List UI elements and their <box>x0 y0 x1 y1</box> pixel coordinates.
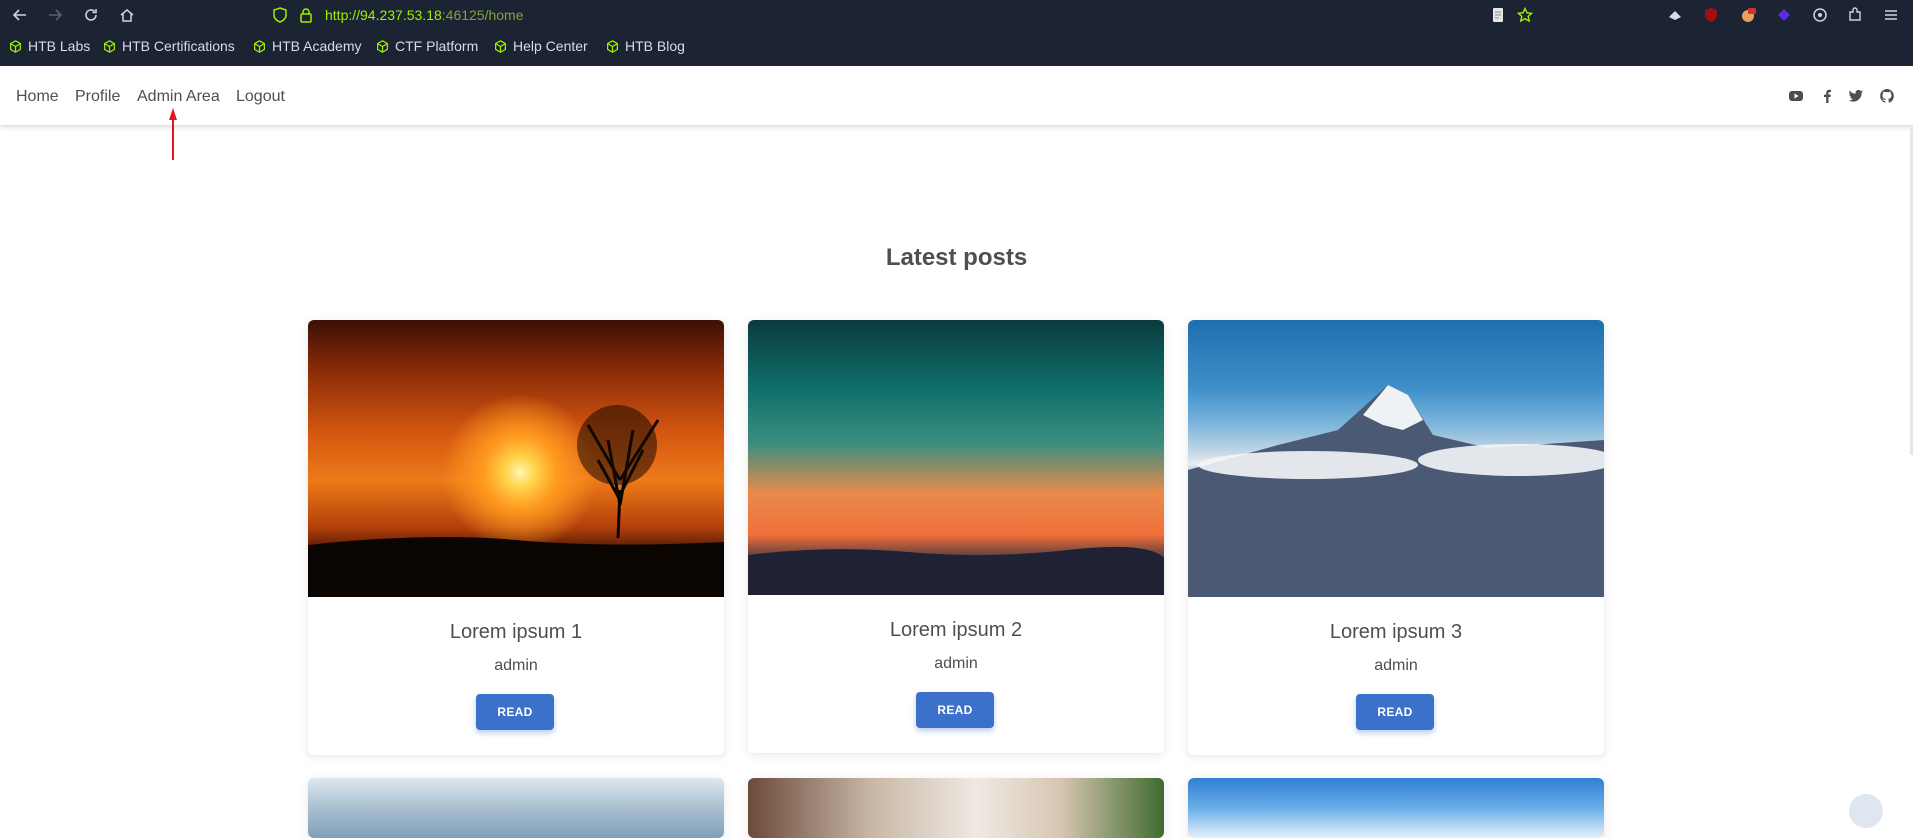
url-host: http://94.237.53.18 <box>325 7 442 23</box>
bookmark-label: HTB Certifications <box>122 38 235 54</box>
site-navbar: Home Profile Admin Area Logout <box>0 66 1913 125</box>
post-card: Lorem ipsum 1 admin READ <box>308 320 724 755</box>
extension-icon[interactable] <box>1667 7 1683 23</box>
reload-icon[interactable] <box>81 5 101 25</box>
bookmarks-toolbar: HTB Labs HTB Certifications HTB Academy … <box>0 38 1913 60</box>
bookmark-htb-labs[interactable]: HTB Labs <box>9 38 90 54</box>
bookmark-star-icon[interactable] <box>1517 7 1533 23</box>
post-author: admin <box>1374 657 1418 674</box>
cube-icon <box>607 39 618 53</box>
annotation-arrow <box>169 108 177 160</box>
address-bar[interactable]: http://94.237.53.18:46125/home <box>268 3 1538 27</box>
section-title: Latest posts <box>885 244 1028 271</box>
bookmark-help-center[interactable]: Help Center <box>494 38 588 54</box>
youtube-icon[interactable] <box>1788 88 1804 104</box>
cube-icon <box>495 39 506 53</box>
forward-icon[interactable] <box>45 5 65 25</box>
post-image <box>748 778 1164 838</box>
bookmark-label: CTF Platform <box>395 38 479 54</box>
read-button[interactable]: READ <box>476 694 554 730</box>
bookmark-label: Help Center <box>513 38 588 54</box>
post-card <box>308 778 724 838</box>
reader-view-icon[interactable] <box>1490 7 1506 23</box>
extensions-puzzle-icon[interactable] <box>1847 7 1863 23</box>
nav-admin-area[interactable]: Admin Area <box>137 88 220 106</box>
read-button[interactable]: READ <box>916 692 994 728</box>
twitter-icon[interactable] <box>1848 88 1864 104</box>
cube-icon <box>104 39 115 53</box>
url-path: :46125/home <box>441 7 524 23</box>
home-icon[interactable] <box>117 5 137 25</box>
post-image <box>748 320 1164 595</box>
ublock-icon[interactable] <box>1703 7 1719 23</box>
landscape-hills <box>748 546 1164 595</box>
chat-widget-icon[interactable] <box>1849 794 1883 828</box>
post-image <box>308 778 724 838</box>
mountain-peak <box>1188 385 1604 597</box>
menu-icon[interactable] <box>1883 7 1899 23</box>
read-button[interactable]: READ <box>1356 694 1434 730</box>
bookmark-label: HTB Academy <box>272 38 362 54</box>
shield-icon[interactable] <box>272 7 288 23</box>
nav-home[interactable]: Home <box>16 88 59 106</box>
post-title[interactable]: Lorem ipsum 1 <box>308 621 724 644</box>
cube-icon <box>377 39 388 53</box>
facebook-icon[interactable] <box>1819 88 1835 104</box>
post-title[interactable]: Lorem ipsum 3 <box>1188 621 1604 644</box>
purple-extension-icon[interactable] <box>1776 7 1792 23</box>
sunset-tree-silhouette <box>308 405 724 597</box>
extension-badge-icon[interactable] <box>1740 7 1756 23</box>
post-card: Lorem ipsum 2 admin READ <box>748 320 1164 753</box>
lock-icon[interactable] <box>298 7 314 23</box>
cube-icon <box>254 39 265 53</box>
bookmark-label: HTB Blog <box>625 38 685 54</box>
browser-toolbar: http://94.237.53.18:46125/home <box>0 0 1913 30</box>
post-card <box>1188 778 1604 838</box>
nav-logout[interactable]: Logout <box>236 88 285 106</box>
bookmark-htb-certifications[interactable]: HTB Certifications <box>103 38 235 54</box>
bookmark-htb-academy[interactable]: HTB Academy <box>253 38 361 54</box>
post-author: admin <box>934 655 978 672</box>
github-icon[interactable] <box>1879 88 1895 104</box>
post-image <box>308 320 724 597</box>
post-card <box>748 778 1164 838</box>
post-title[interactable]: Lorem ipsum 2 <box>748 619 1164 642</box>
back-icon[interactable] <box>10 5 30 25</box>
bookmark-label: HTB Labs <box>28 38 91 54</box>
browser-chrome: http://94.237.53.18:46125/home HTB Labs … <box>0 0 1913 66</box>
gamepad-icon[interactable] <box>1812 7 1828 23</box>
nav-profile[interactable]: Profile <box>75 88 120 106</box>
post-image <box>1188 320 1604 597</box>
post-card: Lorem ipsum 3 admin READ <box>1188 320 1604 755</box>
bookmark-htb-blog[interactable]: HTB Blog <box>606 38 685 54</box>
bookmark-ctf-platform[interactable]: CTF Platform <box>376 38 478 54</box>
post-author: admin <box>494 657 538 674</box>
post-image <box>1188 778 1604 838</box>
url-text[interactable]: http://94.237.53.18:46125/home <box>325 7 524 23</box>
cube-icon <box>10 39 21 53</box>
